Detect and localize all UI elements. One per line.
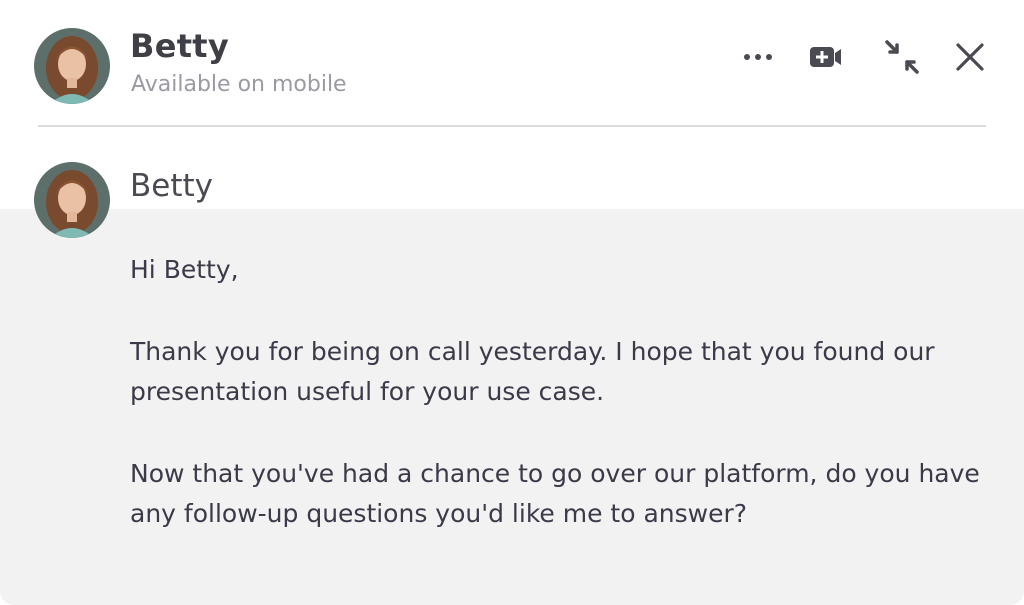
- video-add-icon: [810, 47, 841, 67]
- message-body: Hi Betty, Thank you for being on call ye…: [130, 250, 1000, 576]
- header-divider: [38, 125, 986, 127]
- avatar[interactable]: [34, 28, 110, 104]
- header-actions: [735, 34, 995, 80]
- contact-status: Available on mobile: [131, 72, 347, 97]
- message-paragraph: Now that you've had a chance to go over …: [130, 459, 980, 528]
- message-author: Betty: [130, 168, 213, 204]
- chat-header: Betty Available on mobile: [0, 0, 1024, 126]
- more-options-button[interactable]: [735, 34, 781, 80]
- minimize-icon: [885, 40, 919, 74]
- message-paragraph: Thank you for being on call yesterday. I…: [130, 337, 935, 406]
- minimize-button[interactable]: [879, 34, 925, 80]
- close-button[interactable]: [947, 34, 993, 80]
- close-icon: [956, 43, 984, 71]
- message-avatar[interactable]: [34, 162, 110, 238]
- contact-name: Betty: [130, 27, 230, 65]
- video-call-button[interactable]: [803, 34, 849, 80]
- message-paragraph: Hi Betty,: [130, 255, 239, 284]
- more-icon: [744, 54, 772, 60]
